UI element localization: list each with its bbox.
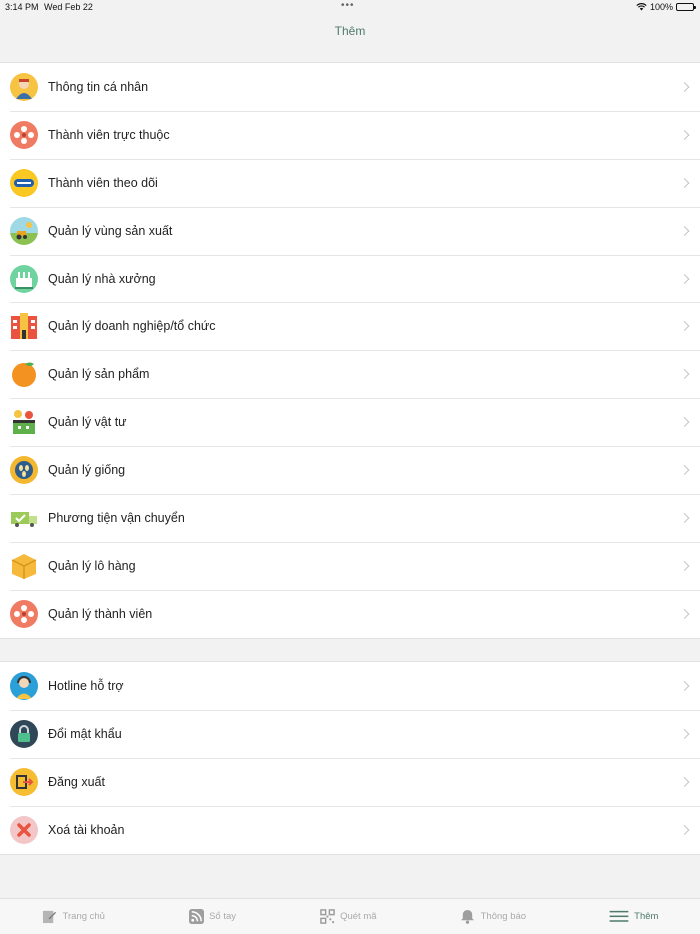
tab-bar: Trang chủ Sổ tay Quét mã Thông báo Thêm xyxy=(0,898,700,934)
orange-fruit-icon xyxy=(10,360,38,388)
menu-item-affiliated-members[interactable]: Thành viên trực thuộc xyxy=(0,110,700,159)
menu-item-seeds[interactable]: Quản lý giống xyxy=(0,446,700,494)
multitask-dots[interactable]: ••• xyxy=(341,0,355,11)
logout-icon xyxy=(10,767,38,796)
members-network-icon xyxy=(10,599,38,628)
tab-notifications[interactable]: Thông báo xyxy=(460,909,526,925)
menu-item-label: Quản lý doanh nghiệp/tổ chức xyxy=(48,319,216,334)
menu-item-label: Hotline hỗ trợ xyxy=(48,678,124,693)
support-agent-icon xyxy=(10,671,38,700)
menu-item-hotline[interactable]: Hotline hỗ trợ xyxy=(0,662,700,710)
rss-notebook-icon xyxy=(188,909,204,925)
menu-item-label: Quản lý vật tư xyxy=(48,415,127,430)
page-title: Thêm xyxy=(334,24,366,38)
lock-icon xyxy=(10,719,38,748)
account-menu-group: Hotline hỗ trợ Đổi mật khẩu Đăng xuất Xo… xyxy=(0,661,700,855)
tab-label: Thông báo xyxy=(480,911,527,922)
delivery-truck-icon xyxy=(10,504,38,532)
menu-item-label: Đổi mật khẩu xyxy=(48,726,122,741)
tab-label: Quét mã xyxy=(340,911,377,922)
bell-icon xyxy=(460,909,476,925)
wifi-icon xyxy=(636,3,647,11)
qr-scan-icon xyxy=(319,909,335,925)
page-header: Thêm xyxy=(0,14,700,62)
tab-more[interactable]: Thêm xyxy=(609,909,658,925)
menu-item-label: Thành viên trực thuộc xyxy=(48,127,170,142)
menu-item-supplies[interactable]: Quản lý vật tư xyxy=(0,398,700,446)
menu-item-followed-members[interactable]: Thành viên theo dõi xyxy=(0,158,700,207)
office-building-icon xyxy=(10,312,38,340)
menu-item-logout[interactable]: Đăng xuất xyxy=(0,757,700,806)
menu-item-label: Quản lý nhà xưởng xyxy=(48,271,156,286)
menu-item-label: Quản lý sản phẩm xyxy=(48,367,150,382)
follow-badge-icon xyxy=(10,168,38,197)
tab-scan[interactable]: Quét mã xyxy=(319,909,377,925)
menu-item-production-areas[interactable]: Quản lý vùng sản xuất xyxy=(0,206,700,255)
menu-item-label: Quản lý giống xyxy=(48,463,126,478)
menu-item-label: Quản lý vùng sản xuất xyxy=(48,223,173,238)
seed-icon xyxy=(10,456,38,485)
farm-tractor-icon xyxy=(10,216,38,245)
menu-item-label: Thông tin cá nhân xyxy=(48,79,149,94)
battery-icon xyxy=(676,3,696,11)
members-network-icon xyxy=(10,120,38,149)
status-bar: 3:14 PM Wed Feb 22 ••• 100% xyxy=(0,0,700,14)
menu-item-organizations[interactable]: Quản lý doanh nghiệp/tổ chức xyxy=(0,302,700,350)
menu-item-label: Thành viên theo dõi xyxy=(48,175,158,190)
menu-item-label: Phương tiện vận chuyển xyxy=(48,510,185,525)
profile-icon xyxy=(10,72,38,101)
home-edit-icon xyxy=(42,909,58,925)
supply-basket-icon xyxy=(10,408,38,436)
menu-item-shipments[interactable]: Quản lý lô hàng xyxy=(0,541,700,590)
tab-label: Trang chủ xyxy=(62,911,105,922)
tab-label: Sổ tay xyxy=(209,911,236,922)
menu-item-label: Xoá tài khoản xyxy=(48,822,125,837)
menu-item-transport[interactable]: Phương tiện vận chuyển xyxy=(0,494,700,542)
delete-x-icon xyxy=(10,815,38,844)
factory-icon xyxy=(10,264,38,293)
tab-label: Thêm xyxy=(634,911,659,922)
menu-item-label: Quản lý thành viên xyxy=(48,606,153,621)
menu-item-change-password[interactable]: Đổi mật khẩu xyxy=(0,709,700,758)
status-time: 3:14 PM xyxy=(5,2,39,12)
menu-lines-icon xyxy=(609,909,629,925)
menu-item-personal-info[interactable]: Thông tin cá nhân xyxy=(0,63,700,111)
tab-notebook[interactable]: Sổ tay xyxy=(188,909,236,925)
menu-item-products[interactable]: Quản lý sản phẩm xyxy=(0,350,700,398)
menu-item-label: Đăng xuất xyxy=(48,774,105,789)
package-box-icon xyxy=(10,552,38,580)
menu-item-manage-members[interactable]: Quản lý thành viên xyxy=(0,589,700,638)
status-right: 100% xyxy=(636,2,696,12)
menu-item-label: Quản lý lô hàng xyxy=(48,558,136,573)
main-menu-group: Thông tin cá nhân Thành viên trực thuộc … xyxy=(0,62,700,639)
status-date: Wed Feb 22 xyxy=(44,2,93,12)
battery-percent: 100% xyxy=(649,2,673,12)
menu-item-delete-account[interactable]: Xoá tài khoản xyxy=(0,805,700,854)
tab-home[interactable]: Trang chủ xyxy=(42,909,105,925)
menu-item-factories[interactable]: Quản lý nhà xưởng xyxy=(0,254,700,303)
